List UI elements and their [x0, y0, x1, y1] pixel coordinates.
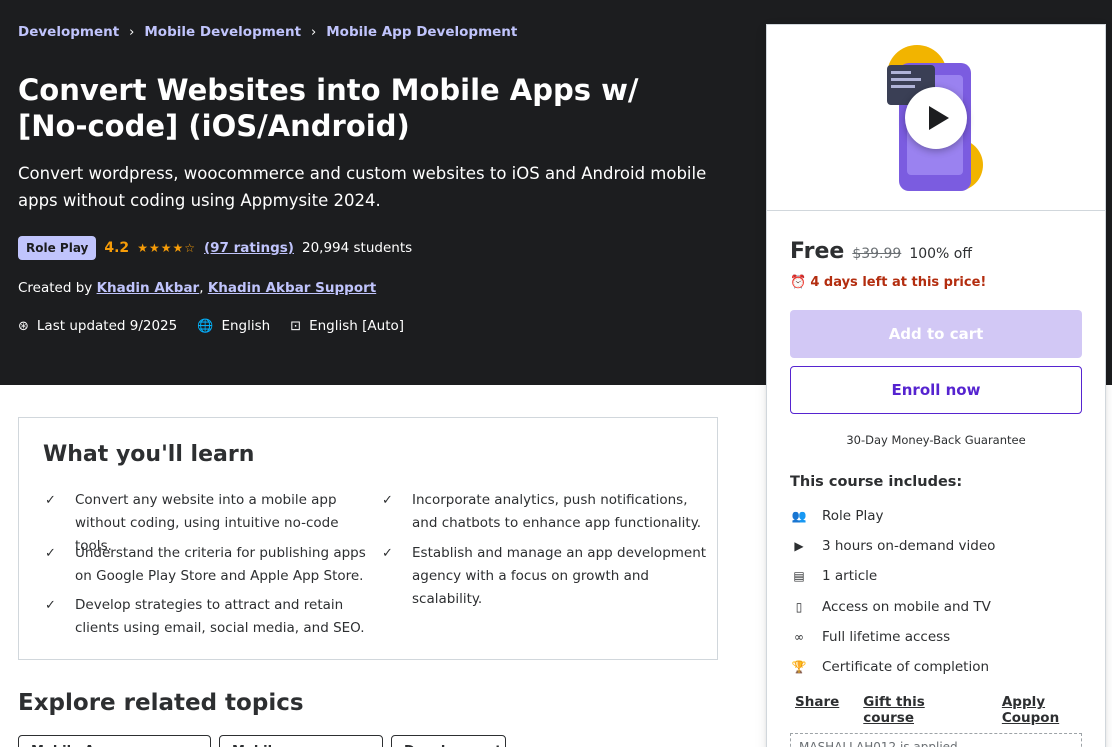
- chevron-right-icon: ›: [129, 24, 135, 40]
- author-link-khadin-akbar[interactable]: Khadin Akbar: [97, 280, 200, 296]
- students-count: 20,994 students: [301, 240, 413, 256]
- current-price: Free: [790, 239, 845, 264]
- check-icon: ✓: [45, 546, 56, 561]
- closed-captions-icon: ⊡: [290, 318, 302, 334]
- alert-badge-icon: ⊛: [18, 318, 29, 334]
- globe-icon: 🌐: [197, 318, 214, 334]
- last-updated: Last updated 9/2025: [36, 318, 178, 334]
- course-includes-title: This course includes:: [790, 474, 963, 490]
- breadcrumb-mobile-development[interactable]: Mobile Development: [144, 24, 301, 40]
- learn-item: ✓ Establish and manage an app developmen…: [382, 542, 712, 611]
- topic-pill-mobile-app-development[interactable]: Mobile App Development: [18, 735, 211, 747]
- discount-percent: 100% off: [909, 246, 972, 262]
- play-icon[interactable]: [905, 87, 967, 149]
- rating-value: 4.2: [104, 240, 130, 256]
- gift-course-link[interactable]: Gift this course: [863, 694, 978, 726]
- include-item-mobile-tv: ▯ Access on mobile and TV: [790, 599, 991, 615]
- course-preview-video[interactable]: [767, 25, 1105, 211]
- course-subtitle: Convert wordpress, woocommerce and custo…: [18, 164, 707, 210]
- include-item-article: ▤ 1 article: [790, 568, 877, 584]
- role-play-badge: Role Play: [18, 236, 97, 260]
- course-title: Convert Websites into Mobile Apps w/ [No…: [18, 73, 639, 143]
- rating-row: Role Play 4.2 ★★★★☆ (97 ratings) 20,994 …: [18, 236, 412, 260]
- star-rating-icon: ★★★★☆: [137, 241, 196, 255]
- check-icon: ✓: [45, 598, 56, 613]
- enroll-now-button[interactable]: Enroll now: [790, 366, 1082, 414]
- learn-item: ✓ Understand the criteria for publishing…: [45, 542, 375, 588]
- original-price: $39.99: [852, 246, 902, 262]
- chevron-right-icon: ›: [311, 24, 317, 40]
- topic-pill-mobile-development[interactable]: Mobile Development: [219, 735, 383, 747]
- learn-item: ✓ Incorporate analytics, push notificati…: [382, 489, 712, 535]
- check-icon: ✓: [45, 493, 56, 508]
- purchase-sidebar: Free $39.99 100% off ⏰ 4 days left at th…: [766, 24, 1106, 747]
- add-to-cart-button[interactable]: Add to cart: [790, 310, 1082, 358]
- course-meta: ⊛ Last updated 9/2025 🌐 English ⊡ Englis…: [18, 318, 404, 334]
- check-icon: ✓: [382, 493, 393, 508]
- include-item-certificate: 🏆 Certificate of completion: [791, 659, 990, 675]
- people-icon: 👥: [791, 509, 807, 523]
- share-link[interactable]: Share: [795, 694, 839, 726]
- learn-title: What you'll learn: [43, 442, 255, 467]
- document-icon: ▤: [793, 569, 805, 583]
- price-timer: ⏰ 4 days left at this price!: [790, 275, 987, 290]
- include-item-lifetime: ∞ Full lifetime access: [790, 629, 950, 645]
- topic-pill-development[interactable]: Development: [391, 735, 506, 747]
- captions: English [Auto]: [309, 318, 405, 334]
- breadcrumb-development[interactable]: Development: [18, 24, 119, 40]
- sidebar-links: Share Gift this course Apply Coupon: [795, 694, 1105, 726]
- author-link-khadin-akbar-support[interactable]: Khadin Akbar Support: [208, 280, 376, 296]
- price-row: Free $39.99 100% off: [790, 239, 972, 264]
- breadcrumb: Development › Mobile Development › Mobil…: [18, 24, 517, 40]
- video-icon: ▶: [794, 539, 804, 553]
- learn-item: ✓ Develop strategies to attract and reta…: [45, 594, 375, 640]
- created-by: Created by Khadin Akbar, Khadin Akbar Su…: [18, 280, 377, 296]
- money-back-guarantee: 30-Day Money-Back Guarantee: [846, 433, 1026, 447]
- created-by-label: Created by: [18, 280, 93, 296]
- explore-related-topics-title: Explore related topics: [18, 690, 304, 716]
- include-item-video: ▶ 3 hours on-demand video: [790, 538, 995, 554]
- mobile-icon: ▯: [795, 600, 803, 614]
- trophy-icon: 🏆: [791, 660, 807, 674]
- ratings-link[interactable]: (97 ratings): [204, 240, 294, 256]
- language: English: [221, 318, 271, 334]
- include-item-role-play: 👥 Role Play: [791, 508, 884, 524]
- infinity-icon: ∞: [794, 630, 804, 644]
- apply-coupon-link[interactable]: Apply Coupon: [1002, 694, 1105, 726]
- alarm-clock-icon: ⏰: [790, 275, 807, 290]
- breadcrumb-mobile-app-development[interactable]: Mobile App Development: [326, 24, 517, 40]
- what-you-will-learn: What you'll learn ✓ Convert any website …: [18, 417, 718, 660]
- check-icon: ✓: [382, 546, 393, 561]
- applied-coupon-box: MASHALLAH012 is applied: [790, 733, 1082, 747]
